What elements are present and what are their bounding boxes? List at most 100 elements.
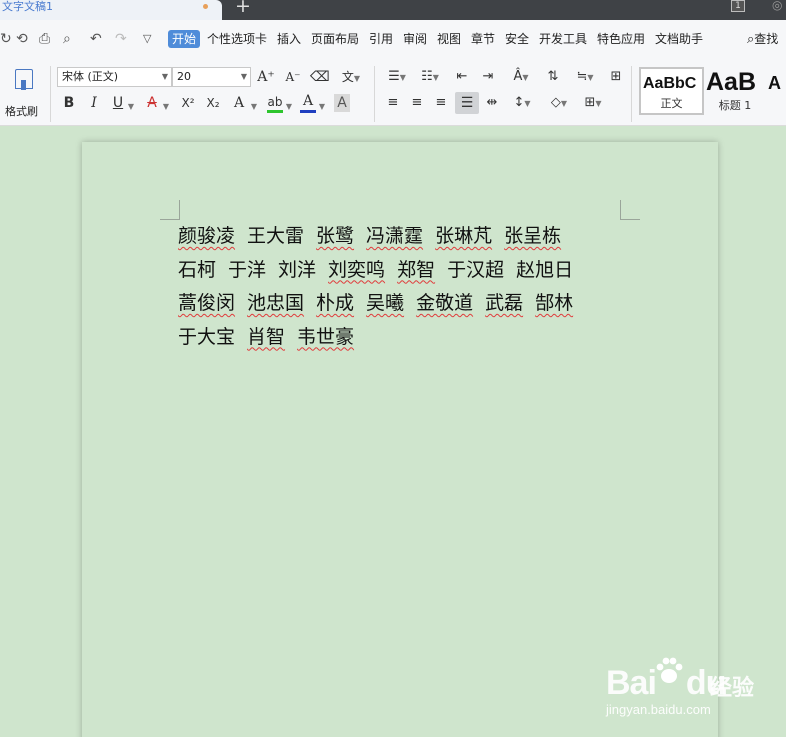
- document-page[interactable]: 颜骏凌 王大雷 张鹭 冯潇霆 张琳芃 张呈栋 石柯 于洋 刘洋 刘奕鸣 郑智 于汉超 赵旭日 蒿俊闵 池忠国…: [82, 142, 718, 737]
- player-name[interactable]: 池忠国: [247, 292, 304, 314]
- menu-chapter[interactable]: 章节: [471, 31, 495, 47]
- increase-font-icon[interactable]: A⁺: [257, 68, 275, 86]
- print-preview-icon[interactable]: ⌕: [63, 30, 71, 48]
- cloud-icon[interactable]: ◎: [772, 0, 782, 12]
- menu-developer[interactable]: 开发工具: [539, 31, 587, 47]
- undo-icon[interactable]: ↶: [90, 30, 102, 48]
- menu-page-layout[interactable]: 页面布局: [311, 31, 359, 47]
- watermark-url: jingyan.baidu.com: [606, 702, 711, 717]
- player-name[interactable]: 韦世豪: [297, 326, 354, 348]
- decrease-indent-icon[interactable]: ⇤: [452, 68, 472, 86]
- player-name[interactable]: 金敬道: [416, 292, 473, 314]
- menu-doc-assistant[interactable]: 文档助手: [655, 31, 703, 47]
- document-line[interactable]: 石柯 于洋 刘洋 刘奕鸣 郑智 于汉超 赵旭日: [178, 254, 638, 288]
- tab-count-badge[interactable]: 1: [731, 0, 745, 12]
- menu-home[interactable]: 开始: [168, 30, 201, 48]
- text-direction-icon[interactable]: Â▼: [506, 68, 536, 87]
- player-name[interactable]: 于汉超: [447, 259, 504, 281]
- document-tab[interactable]: 文字文稿1: [0, 0, 222, 20]
- menu-features[interactable]: 特色应用: [597, 31, 645, 47]
- menu-personal-tab[interactable]: 个性选项卡: [207, 31, 267, 47]
- player-name[interactable]: 张琳芃: [435, 225, 492, 247]
- format-painter-button[interactable]: 格式刷: [4, 66, 44, 118]
- char-shading-icon[interactable]: A: [334, 94, 350, 112]
- clear-format-icon[interactable]: ⌫: [310, 68, 330, 86]
- subscript-icon[interactable]: X₂: [202, 94, 224, 112]
- bold-icon[interactable]: B: [60, 94, 78, 112]
- player-name[interactable]: 石柯: [178, 259, 216, 281]
- player-name[interactable]: 冯潇霆: [366, 225, 423, 247]
- chevron-down-icon[interactable]: ▼: [249, 96, 259, 116]
- document-body[interactable]: 颜骏凌 王大雷 张鹭 冯潇霆 张琳芃 张呈栋 石柯 于洋 刘洋 刘奕鸣 郑智 于汉超 赵旭日 蒿俊闵 池忠国…: [178, 220, 638, 354]
- menu-view[interactable]: 视图: [437, 31, 461, 47]
- superscript-icon[interactable]: X²: [177, 94, 199, 112]
- show-marks-icon[interactable]: ⊞: [606, 68, 626, 86]
- player-name[interactable]: 于大宝: [178, 326, 235, 348]
- player-name[interactable]: 张呈栋: [504, 225, 561, 247]
- style-normal[interactable]: AaBbC 正文: [639, 67, 704, 115]
- print-icon[interactable]: ⎙: [39, 30, 50, 48]
- document-line[interactable]: 颜骏凌 王大雷 张鹭 冯潇霆 张琳芃 张呈栋: [178, 220, 638, 254]
- chevron-down-icon[interactable]: ▼: [161, 96, 171, 116]
- style-heading-1[interactable]: AaB 标题 1: [704, 67, 766, 115]
- player-name[interactable]: 郑智: [397, 259, 435, 281]
- player-name[interactable]: 郜林: [535, 292, 573, 314]
- player-name[interactable]: 赵旭日: [516, 259, 573, 281]
- chevron-down-icon[interactable]: ▼: [284, 96, 294, 116]
- align-right-icon[interactable]: ≡: [431, 94, 451, 112]
- open-icon[interactable]: ⟲: [16, 30, 28, 48]
- player-name[interactable]: 武磊: [485, 292, 523, 314]
- italic-icon[interactable]: I: [85, 94, 103, 112]
- more-dropdown-icon[interactable]: ▽: [143, 30, 151, 48]
- shading-icon[interactable]: ◇▼: [544, 94, 574, 113]
- numbered-list-icon[interactable]: ☷▼: [416, 68, 444, 87]
- player-name[interactable]: 吴曦: [366, 292, 404, 314]
- menu-insert[interactable]: 插入: [277, 31, 301, 47]
- font-color-icon[interactable]: A: [300, 92, 316, 110]
- divider: [374, 66, 375, 122]
- redo-icon[interactable]: ↷: [115, 30, 127, 48]
- distribute-icon[interactable]: ⇹: [482, 94, 502, 112]
- player-name[interactable]: 张鹭: [316, 225, 354, 247]
- menu-security[interactable]: 安全: [505, 31, 529, 47]
- increase-indent-icon[interactable]: ⇥: [478, 68, 498, 86]
- align-left-icon[interactable]: ≡: [383, 94, 403, 112]
- decrease-font-icon[interactable]: A⁻: [284, 68, 302, 86]
- redo-history-icon[interactable]: ↻: [0, 30, 12, 48]
- ribbon: 格式刷 宋体 (正文) ▼ 20 ▼ A⁺ A⁻ ⌫ 文▼ B I U ▼ A …: [0, 60, 786, 126]
- style-normal-sample: AaBbC: [643, 75, 697, 92]
- phonetic-guide-icon[interactable]: 文▼: [337, 68, 365, 88]
- borders-icon[interactable]: ⊞▼: [578, 94, 608, 113]
- player-name[interactable]: 刘奕鸣: [328, 259, 385, 281]
- player-name[interactable]: 朴成: [316, 292, 354, 314]
- player-name[interactable]: 肖智: [247, 326, 285, 348]
- player-name[interactable]: 王大雷: [247, 225, 304, 247]
- chevron-down-icon[interactable]: ▼: [126, 96, 136, 116]
- font-size-select[interactable]: 20 ▼: [172, 67, 251, 87]
- chevron-down-icon[interactable]: ▼: [317, 96, 327, 116]
- sort-icon[interactable]: ⇅: [543, 68, 563, 86]
- justify-icon[interactable]: ☰: [455, 92, 479, 114]
- bullet-list-icon[interactable]: ☰▼: [383, 68, 411, 87]
- font-color-bar: [300, 110, 316, 113]
- menu-review[interactable]: 审阅: [403, 31, 427, 47]
- font-name-select[interactable]: 宋体 (正文) ▼: [57, 67, 172, 87]
- player-name[interactable]: 刘洋: [278, 259, 316, 281]
- text-effect-icon[interactable]: A: [230, 94, 248, 112]
- margin-corner-mark: [620, 200, 640, 220]
- menu-references[interactable]: 引用: [369, 31, 393, 47]
- player-name[interactable]: 于洋: [228, 259, 266, 281]
- document-line[interactable]: 蒿俊闵 池忠国 朴成 吴曦 金敬道 武磊 郜林: [178, 287, 638, 321]
- player-name[interactable]: 颜骏凌: [178, 225, 235, 247]
- new-tab-button[interactable]: +: [235, 0, 251, 16]
- search-button[interactable]: ⌕查找: [747, 31, 778, 48]
- style-heading-2[interactable]: A: [766, 67, 786, 115]
- align-center-icon[interactable]: ≡: [407, 94, 427, 112]
- document-line[interactable]: 于大宝 肖智 韦世豪: [178, 321, 638, 355]
- highlight-icon[interactable]: ab: [266, 93, 284, 111]
- strikethrough-icon[interactable]: A: [143, 94, 161, 112]
- line-spacing-icon[interactable]: ↕▼: [507, 94, 537, 113]
- line-break-icon[interactable]: ≒▼: [570, 68, 600, 87]
- underline-icon[interactable]: U: [110, 94, 126, 112]
- player-name[interactable]: 蒿俊闵: [178, 292, 235, 314]
